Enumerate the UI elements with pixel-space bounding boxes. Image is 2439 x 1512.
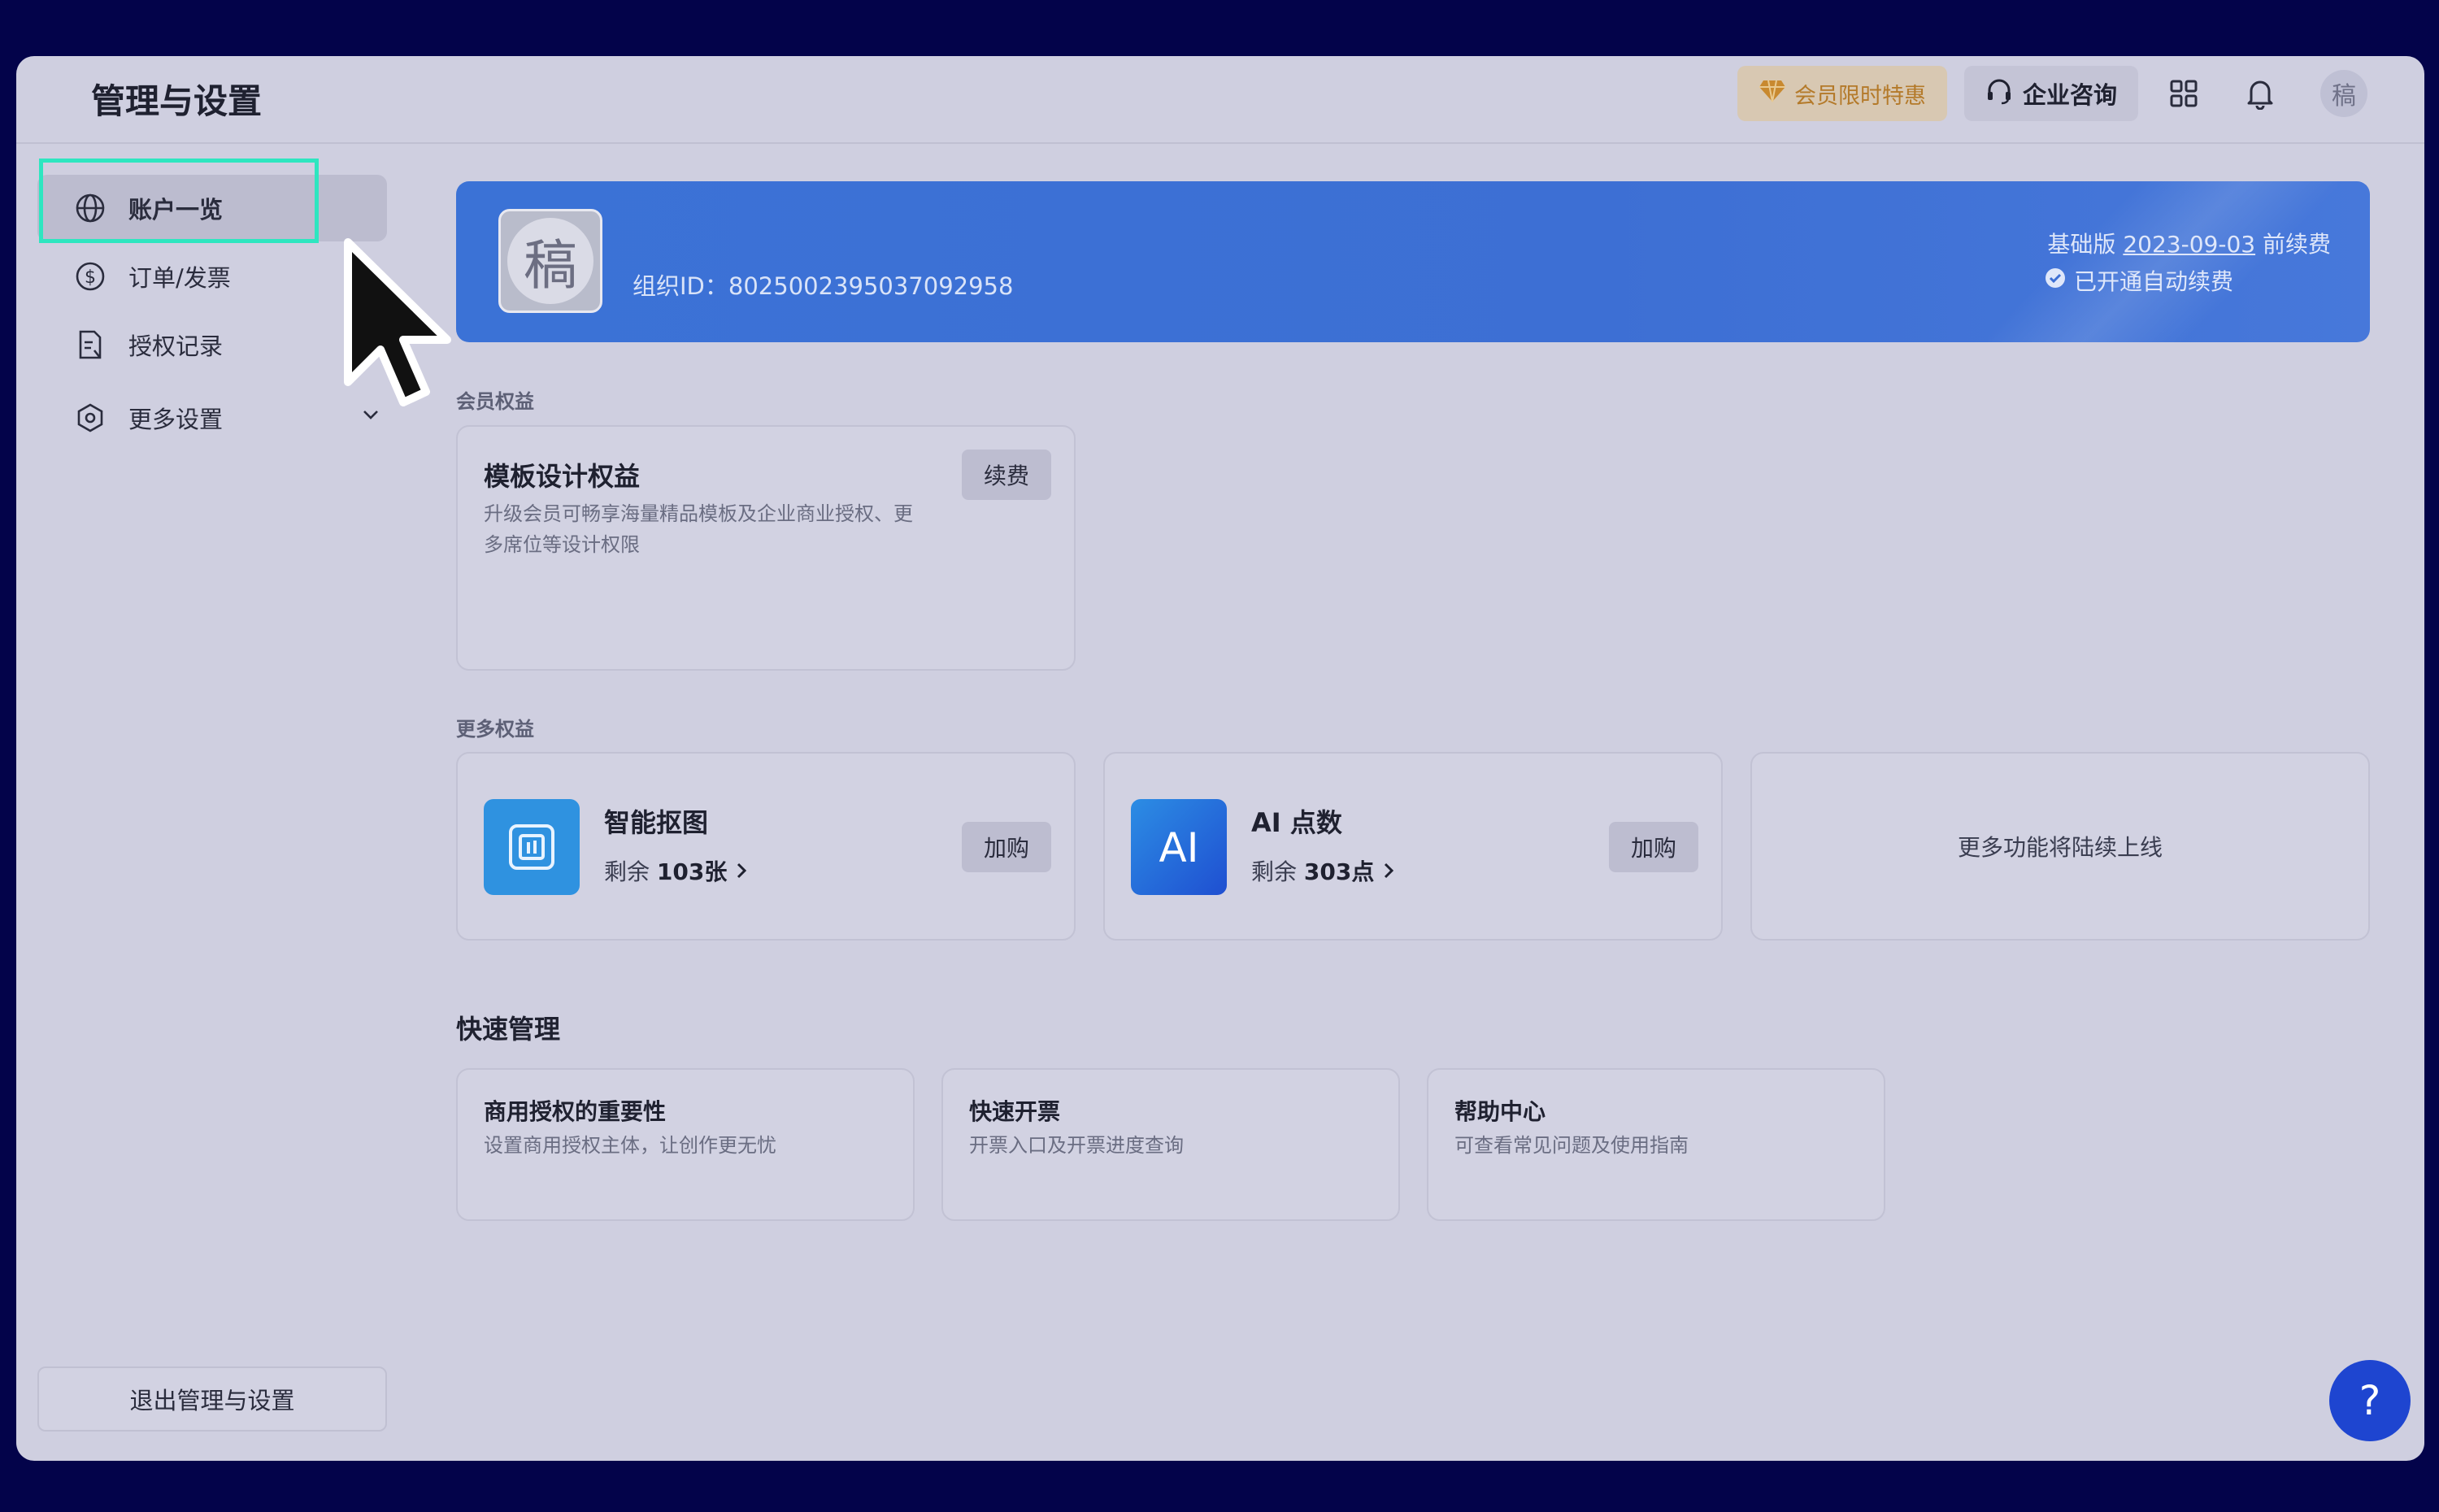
check-circle-icon [2045, 267, 2066, 294]
svg-text:$: $ [85, 267, 96, 288]
quick-card-commercial-license[interactable]: 商用授权的重要性 设置商用授权主体，让创作更无忧 [456, 1068, 915, 1221]
chevron-right-icon [734, 858, 749, 885]
renew-date-link[interactable]: 2023-09-03 [2123, 231, 2255, 258]
banner-decoration [1988, 181, 2337, 342]
remain-value: 303点 [1303, 858, 1375, 885]
card-title: 商用授权的重要性 [484, 1098, 667, 1125]
vip-offer-label: 会员限时特惠 [1794, 83, 1926, 109]
plan-info: 基础版 2023-09-03 前续费 [2047, 227, 2331, 259]
sidebar-item-label: 订单/发票 [128, 264, 231, 292]
card-desc: 可查看常见问题及使用指南 [1454, 1134, 1689, 1157]
headset-icon [1985, 77, 2013, 111]
org-avatar: 稿 [498, 209, 602, 313]
card-title: 快速开票 [969, 1098, 1061, 1125]
remain-count[interactable]: 剩余 103张 [604, 854, 749, 887]
cutout-icon [484, 799, 580, 895]
quick-card-fast-invoice[interactable]: 快速开票 开票入口及开票进度查询 [941, 1068, 1400, 1221]
dollar-circle-icon: $ [70, 256, 111, 297]
sidebar-item-label: 更多设置 [128, 406, 224, 433]
plan-name: 基础版 [2047, 231, 2116, 258]
card-title: 模板设计权益 [484, 461, 641, 492]
remain-count[interactable]: 剩余 303点 [1251, 854, 1396, 887]
coming-soon-text: 更多功能将陆续上线 [1957, 834, 2163, 861]
bell-icon[interactable] [2241, 74, 2280, 113]
card-title: AI 点数 [1251, 807, 1342, 838]
card-desc: 设置商用授权主体，让创作更无忧 [484, 1134, 776, 1157]
card-title: 智能抠图 [604, 807, 709, 838]
svg-text:AI: AI [1159, 824, 1199, 871]
buy-more-button[interactable]: 加购 [962, 822, 1051, 872]
page-title: 管理与设置 [91, 81, 263, 121]
sidebar-item-label: 账户一览 [128, 196, 224, 224]
buy-more-button[interactable]: 加购 [1609, 822, 1698, 872]
top-bar: 管理与设置 会员限时特惠 企业咨询 稿 [16, 56, 2424, 144]
renew-button[interactable]: 续费 [962, 450, 1051, 500]
renew-suffix: 前续费 [2262, 231, 2331, 258]
account-banner: 稿 组织ID：8025002395037092958 基础版 2023-09-0… [456, 181, 2370, 342]
ai-points-card: AI AI 点数 剩余 303点 加购 [1103, 752, 1723, 941]
enterprise-consult-label: 企业咨询 [2022, 81, 2117, 109]
card-desc: 升级会员可畅享海量精品模板及企业商业授权、更 多席位等设计权限 [484, 502, 913, 556]
enterprise-consult-button[interactable]: 企业咨询 [1964, 66, 2138, 121]
globe-icon [70, 188, 111, 228]
sidebar-item-account-overview[interactable]: 账户一览 [37, 175, 387, 241]
quick-card-help-center[interactable]: 帮助中心 可查看常见问题及使用指南 [1427, 1068, 1885, 1221]
card-desc: 开票入口及开票进度查询 [969, 1134, 1184, 1157]
document-icon [70, 324, 111, 365]
org-avatar-text: 稿 [507, 218, 593, 304]
sidebar-item-label: 授权记录 [128, 332, 224, 360]
help-button[interactable]: ? [2329, 1360, 2411, 1441]
exit-settings-button[interactable]: 退出管理与设置 [37, 1366, 387, 1432]
mouse-cursor-icon [325, 236, 472, 418]
ai-icon: AI [1131, 799, 1227, 895]
remain-value: 103张 [656, 858, 728, 885]
apps-grid-icon[interactable] [2164, 74, 2203, 113]
auto-renew-status: 已开通自动续费 [2045, 264, 2233, 297]
chevron-right-icon [1381, 858, 1396, 885]
gear-icon [70, 398, 111, 438]
coming-soon-card: 更多功能将陆续上线 [1750, 752, 2370, 941]
quick-manage-title: 快速管理 [456, 1014, 561, 1045]
smart-cutout-card: 智能抠图 剩余 103张 加购 [456, 752, 1076, 941]
org-id-value: 8025002395037092958 [728, 272, 1014, 300]
diamond-icon [1759, 79, 1786, 109]
more-benefits-section-label: 更多权益 [456, 718, 534, 741]
template-benefit-card: 模板设计权益 升级会员可畅享海量精品模板及企业商业授权、更 多席位等设计权限 续… [456, 425, 1076, 671]
vip-offer-button[interactable]: 会员限时特惠 [1737, 66, 1947, 121]
user-avatar[interactable]: 稿 [2320, 70, 2367, 117]
card-title: 帮助中心 [1454, 1098, 1546, 1125]
org-id: 组织ID：8025002395037092958 [633, 272, 1014, 300]
